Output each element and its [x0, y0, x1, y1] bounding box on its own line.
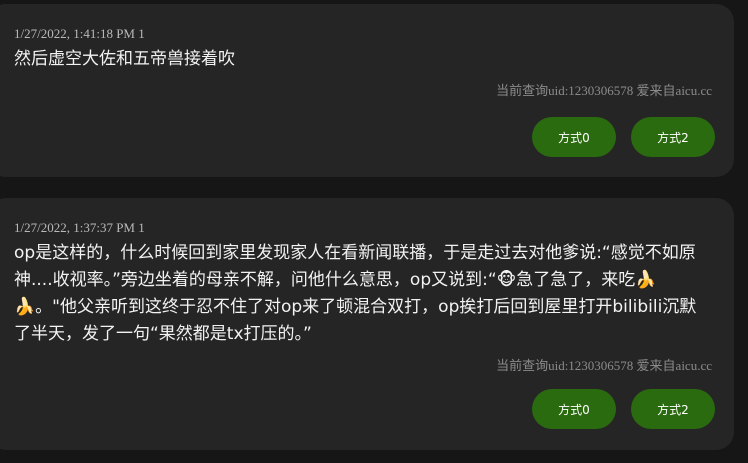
- comment-card: 1/27/2022, 1:37:37 PM 1 op是这样的，什么时候回到家里发…: [0, 198, 734, 450]
- action-buttons: 方式0 方式2: [532, 389, 715, 429]
- comment-card: 1/27/2022, 1:41:18 PM 1 然后虚空大佐和五帝兽接着吹 当前…: [0, 4, 734, 177]
- comment-meta: 1/27/2022, 1:41:18 PM 1: [14, 26, 145, 41]
- comment-text: op是这样的，什么时候回到家里发现家人在看新闻联播，于是走过去对他爹说:“感觉不…: [14, 243, 697, 344]
- action-buttons: 方式0 方式2: [532, 117, 715, 157]
- mode-2-button[interactable]: 方式2: [631, 389, 715, 429]
- comment-meta: 1/27/2022, 1:37:37 PM 1: [14, 220, 145, 235]
- mode-0-button[interactable]: 方式0: [532, 389, 616, 429]
- mode-2-button[interactable]: 方式2: [631, 117, 715, 157]
- mode-0-button[interactable]: 方式0: [532, 117, 616, 157]
- query-uid-note: 当前查询uid:1230306578 爱来自aicu.cc: [496, 83, 712, 98]
- query-uid-note: 当前查询uid:1230306578 爱来自aicu.cc: [496, 358, 712, 373]
- comment-text: 然后虚空大佐和五帝兽接着吹: [14, 49, 235, 69]
